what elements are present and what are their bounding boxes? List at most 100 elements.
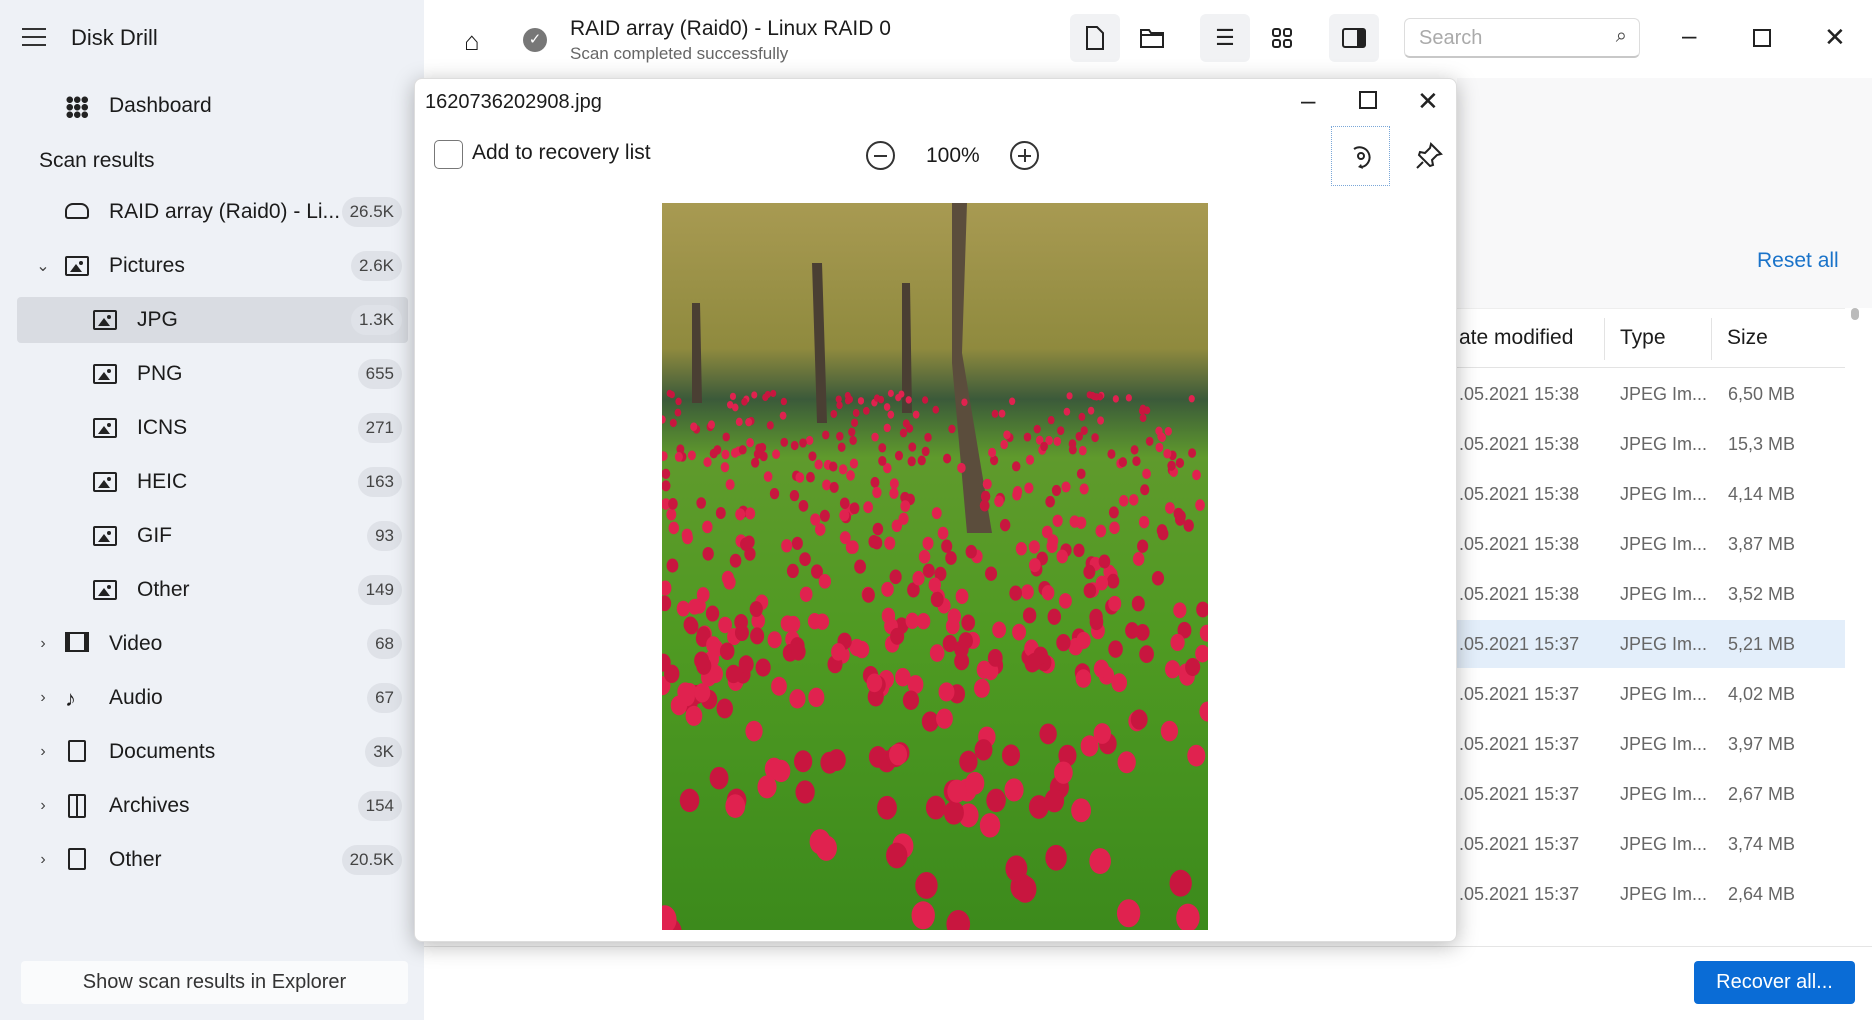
sidebar-item-pictures[interactable]: ⌄ Pictures 2.6K [17,243,408,289]
scrollbar-thumb[interactable] [1851,308,1859,320]
size-cell: 2,64 MB [1728,884,1796,904]
show-in-explorer-button[interactable]: Show scan results in Explorer [21,961,408,1004]
sidebar-item-audio[interactable]: › ♪ Audio 67 [17,675,408,721]
tulip-mark [1095,575,1109,591]
tulip-mark [685,705,703,726]
zoom-out-button[interactable] [866,141,895,170]
tulip-mark [780,397,787,406]
add-to-recovery-checkbox[interactable] [434,140,463,169]
chevron-right-icon[interactable]: › [35,635,51,653]
tulip-mark [965,544,977,559]
rotate-button[interactable] [1331,126,1390,186]
sidebar-item-other[interactable]: › Other 20.5K [17,837,408,883]
tulip-mark [912,570,925,586]
sidebar-item-icns[interactable]: ICNS 271 [17,405,408,451]
preview-close-button[interactable]: ✕ [1417,86,1439,117]
scan-results-heading: Scan results [39,149,155,172]
chevron-right-icon[interactable]: › [35,689,51,707]
tulip-mark [974,739,993,761]
home-icon[interactable]: ⌂ [464,26,480,57]
add-to-recovery-label[interactable]: Add to recovery list [472,141,651,165]
tulip-mark [1132,456,1141,467]
list-view-button[interactable]: ☰ [1200,14,1250,62]
preview-maximize-button[interactable] [1359,91,1377,109]
sidebar-item-other[interactable]: Other 149 [17,567,408,613]
chevron-down-icon[interactable]: ⌄ [35,256,51,276]
column-size[interactable]: Size [1727,326,1768,350]
preview-minimize-button[interactable]: – [1301,85,1315,116]
chevron-right-icon[interactable]: › [35,851,51,869]
tulip-mark [849,458,859,469]
table-row[interactable]: .05.2021 15:38 JPEG Im... 3,52 MB [1440,570,1845,618]
table-row[interactable]: .05.2021 15:37 JPEG Im... 3,97 MB [1440,720,1845,768]
preview-panel-button[interactable] [1329,14,1379,62]
column-divider[interactable] [1604,318,1605,360]
table-row[interactable]: .05.2021 15:38 JPEG Im... 4,14 MB [1440,470,1845,518]
sidebar-item-heic[interactable]: HEIC 163 [17,459,408,505]
column-type[interactable]: Type [1620,326,1666,350]
sidebar-item-archives[interactable]: › Archives 154 [17,783,408,829]
tulip-mark [1169,869,1192,897]
tulip-mark [1131,595,1145,612]
table-row[interactable]: .05.2021 15:37 JPEG Im... 4,02 MB [1440,670,1845,718]
count-badge: 93 [367,521,402,551]
size-cell: 15,3 MB [1728,434,1796,454]
tulip-mark [877,795,897,820]
tulip-mark [980,490,991,503]
sidebar-item-raid-array-raid0-li-[interactable]: RAID array (Raid0) - Li... 26.5K [17,189,408,235]
reset-all-link[interactable]: Reset all [1757,249,1839,273]
tulip-mark [936,708,953,729]
tulip-mark [746,438,754,448]
tulip-mark [725,794,746,818]
table-row[interactable]: .05.2021 15:37 JPEG Im... 2,67 MB [1440,770,1845,818]
sidebar-item-video[interactable]: › Video 68 [17,621,408,667]
hamburger-menu-icon[interactable] [22,28,46,46]
recover-all-button[interactable]: Recover all... [1694,961,1855,1004]
zoom-in-button[interactable] [1010,141,1039,170]
sidebar-item-jpg[interactable]: JPG 1.3K [17,297,408,343]
tulip-mark [1132,552,1145,566]
tulip-mark [1025,454,1035,465]
table-row[interactable]: .05.2021 15:38 JPEG Im... 6,50 MB [1440,370,1845,418]
table-row[interactable]: .05.2021 15:38 JPEG Im... 3,87 MB [1440,520,1845,568]
sidebar-item-gif[interactable]: GIF 93 [17,513,408,559]
sidebar-item-png[interactable]: PNG 655 [17,351,408,397]
tulip-mark [795,472,805,483]
tulip-mark [1061,481,1071,493]
tulip-mark [848,427,856,437]
music-note-icon: ♪ [65,686,76,711]
search-input[interactable]: Search ⌕ [1404,18,1640,58]
search-icon: ⌕ [1615,25,1627,47]
chevron-right-icon[interactable]: › [35,797,51,815]
close-button[interactable]: ✕ [1824,22,1846,53]
grid-view-button[interactable] [1257,14,1307,62]
pin-button[interactable] [1409,131,1449,181]
maximize-button[interactable] [1753,29,1771,47]
column-date-modified[interactable]: ate modified [1459,326,1573,350]
column-divider[interactable] [1711,318,1712,360]
tulip-mark [899,428,908,438]
type-cell: JPEG Im... [1620,784,1708,804]
dashboard-item[interactable]: Dashboard [60,90,400,124]
tulip-mark [1173,602,1187,619]
table-row[interactable]: .05.2021 15:37 JPEG Im... 2,64 MB [1440,870,1845,918]
tulip-mark [958,632,973,650]
tulip-mark [1125,394,1132,402]
table-row[interactable]: .05.2021 15:38 JPEG Im... 15,3 MB [1440,420,1845,468]
chevron-right-icon[interactable]: › [35,743,51,761]
tulip-mark [1012,486,1023,498]
tulip-mark [1086,391,1093,399]
sidebar-item-documents[interactable]: › Documents 3K [17,729,408,775]
tulip-mark [779,411,787,420]
date-modified-cell: .05.2021 15:38 [1459,434,1580,454]
minimize-button[interactable]: – [1682,20,1696,51]
table-row[interactable]: .05.2021 15:37 JPEG Im... 5,21 MB [1440,620,1845,668]
tulip-mark [1024,654,1040,673]
table-row[interactable]: .05.2021 15:37 JPEG Im... 3,74 MB [1440,820,1845,868]
folder-view-button[interactable] [1127,14,1177,62]
app-title: Disk Drill [71,25,158,50]
file-view-button[interactable] [1070,14,1120,62]
tulip-mark [838,464,848,475]
tulip-mark [745,507,756,520]
tulip-mark [1139,413,1147,423]
